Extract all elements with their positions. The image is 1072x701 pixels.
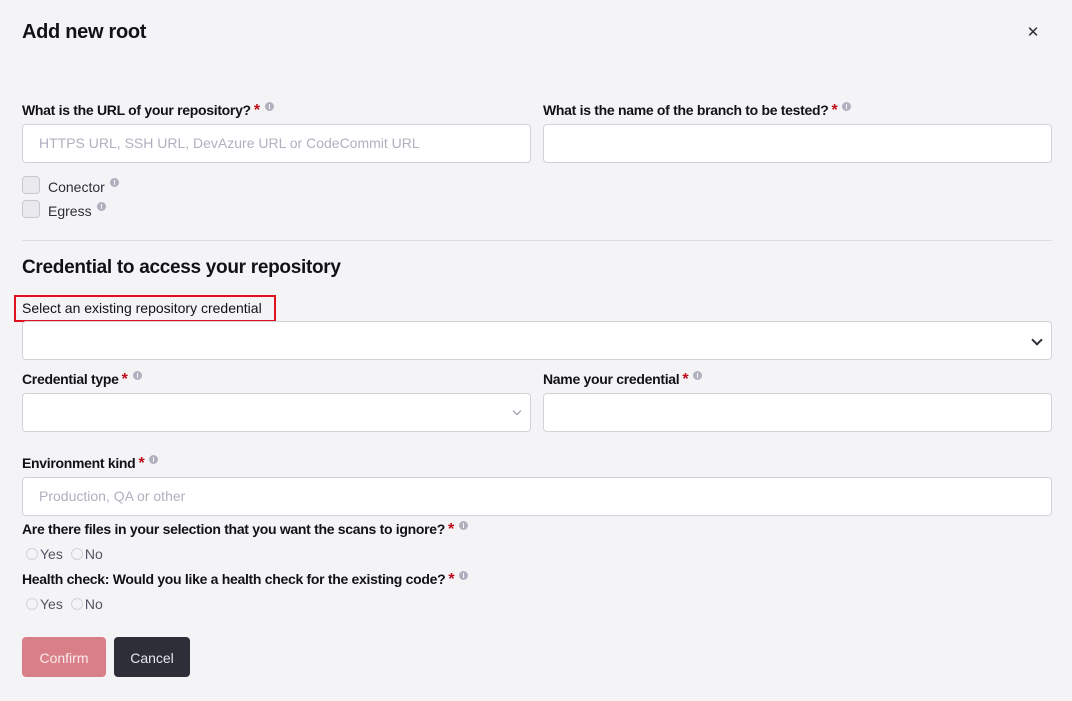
egress-label: Egress xyxy=(48,203,92,219)
section-divider xyxy=(22,240,1052,241)
info-icon[interactable] xyxy=(264,102,274,111)
existing-credential-select[interactable] xyxy=(22,321,1052,360)
cancel-button[interactable]: Cancel xyxy=(114,637,190,677)
credential-name-label: Name your credential * xyxy=(543,371,703,389)
info-icon[interactable] xyxy=(109,177,119,187)
credential-type-label: Credential type * xyxy=(22,371,142,389)
credential-type-select[interactable] xyxy=(22,393,531,432)
required-mark: * xyxy=(448,521,454,538)
chevron-down-icon xyxy=(512,406,522,416)
required-mark: * xyxy=(138,455,145,472)
radio-button[interactable] xyxy=(70,548,83,560)
ignore-files-radio-group: Yes No xyxy=(26,546,111,562)
chevron-down-icon xyxy=(1031,334,1043,346)
health-check-yes[interactable]: Yes xyxy=(26,596,63,612)
confirm-button[interactable]: Confirm xyxy=(22,637,106,677)
ignore-files-no[interactable]: No xyxy=(70,546,103,562)
conector-label: Conector xyxy=(48,179,105,195)
environment-label: Environment kind * xyxy=(22,455,159,473)
required-mark: * xyxy=(448,571,455,588)
branch-input[interactable] xyxy=(543,124,1052,163)
info-icon[interactable] xyxy=(458,521,468,530)
required-mark: * xyxy=(831,102,838,119)
health-check-label: Health check: Would you like a health ch… xyxy=(22,571,469,589)
environment-input[interactable]: Production, QA or other xyxy=(22,477,1052,516)
required-mark: * xyxy=(253,102,260,119)
health-check-radio-group: Yes No xyxy=(26,596,111,612)
radio-button[interactable] xyxy=(26,548,38,560)
url-label: What is the URL of your repository? * xyxy=(22,102,274,120)
info-icon[interactable] xyxy=(693,371,703,380)
credential-name-input[interactable] xyxy=(543,393,1052,432)
health-check-no[interactable]: No xyxy=(70,596,103,612)
modal-title: Add new root xyxy=(22,21,147,43)
branch-label: What is the name of the branch to be tes… xyxy=(543,102,852,120)
ignore-files-yes[interactable]: Yes xyxy=(26,546,63,562)
credential-section-title: Credential to access your repository xyxy=(22,257,341,278)
egress-checkbox[interactable] xyxy=(22,200,40,218)
info-icon[interactable] xyxy=(149,455,159,464)
info-icon[interactable] xyxy=(96,201,106,211)
required-mark: * xyxy=(682,371,689,388)
info-icon[interactable] xyxy=(132,371,142,380)
radio-button[interactable] xyxy=(70,598,83,610)
info-icon[interactable] xyxy=(459,571,469,580)
radio-button[interactable] xyxy=(26,598,38,610)
existing-credential-label: Select an existing repository credential xyxy=(22,300,262,316)
required-mark: * xyxy=(121,371,128,388)
url-input[interactable]: HTTPS URL, SSH URL, DevAzure URL or Code… xyxy=(22,124,531,163)
conector-checkbox-row[interactable]: Conector xyxy=(22,175,119,195)
egress-checkbox-row[interactable]: Egress xyxy=(22,199,106,219)
close-icon[interactable]: ✕ xyxy=(1024,24,1042,42)
conector-checkbox[interactable] xyxy=(22,176,40,194)
ignore-files-label: Are there files in your selection that y… xyxy=(22,521,468,539)
info-icon[interactable] xyxy=(842,102,852,111)
